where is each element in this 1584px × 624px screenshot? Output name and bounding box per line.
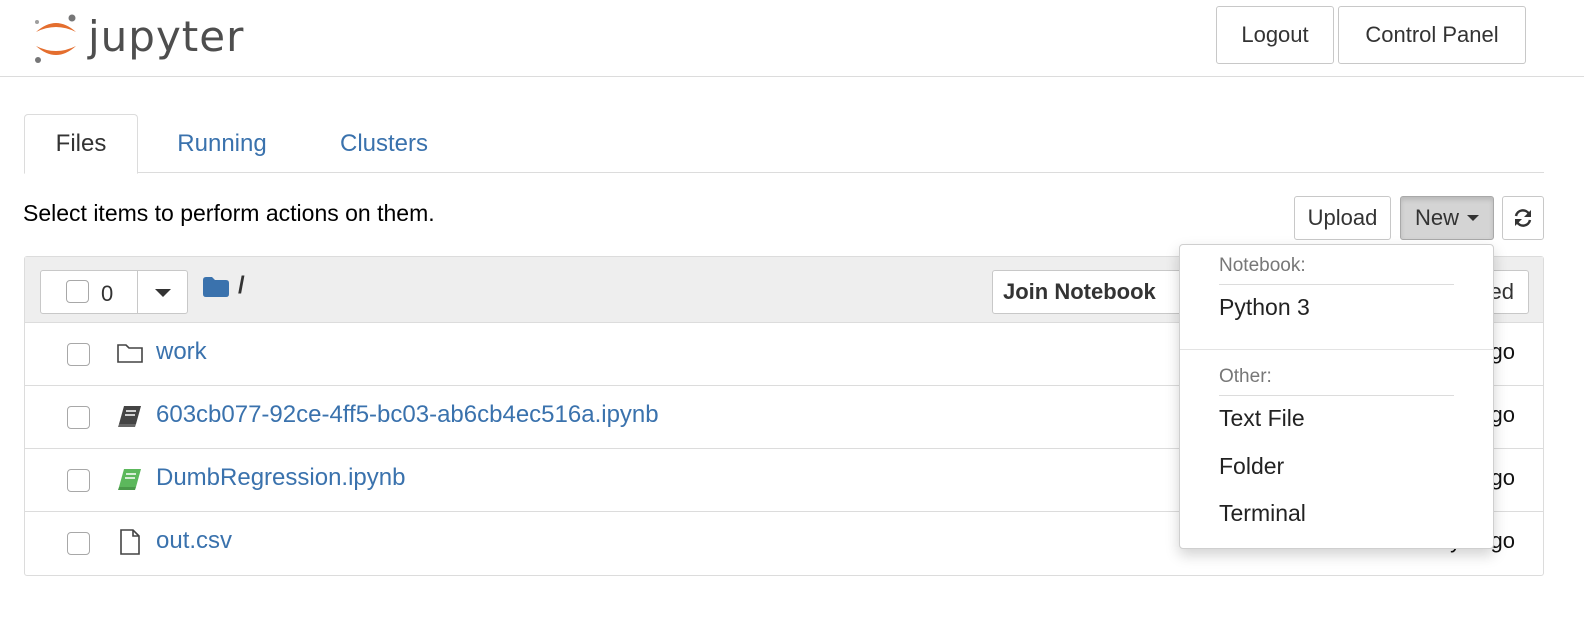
tab-clusters[interactable]: Clusters — [320, 114, 448, 174]
selection-dropdown-icon[interactable] — [155, 289, 171, 297]
jupyter-logo-icon — [35, 14, 76, 63]
selected-count: 0 — [101, 281, 114, 306]
instructions-text: Select items to perform actions on them. — [23, 200, 435, 226]
refresh-icon — [1514, 209, 1532, 227]
caret-down-icon — [1467, 215, 1479, 221]
row-checkbox[interactable] — [67, 406, 90, 429]
menu-separator — [1180, 349, 1493, 350]
file-name-link[interactable]: out.csv — [156, 527, 232, 555]
jupyter-logo[interactable]: jupyter — [30, 8, 270, 68]
notebook-header-divider — [1219, 284, 1454, 285]
new-button-label: New — [1414, 205, 1459, 230]
logo-text: jupyter — [88, 12, 245, 61]
upload-button[interactable]: Upload — [1294, 196, 1391, 240]
row-checkbox[interactable] — [67, 343, 90, 366]
row-checkbox[interactable] — [67, 532, 90, 555]
tab-files[interactable]: Files — [24, 114, 138, 174]
menu-item-terminal[interactable]: Terminal — [1219, 500, 1306, 527]
file-icon — [120, 529, 140, 555]
refresh-button[interactable] — [1502, 196, 1544, 240]
file-name-link[interactable]: 603cb077-92ce-4ff5-bc03-ab6cb4ec516a.ipy… — [156, 401, 659, 429]
logout-button[interactable]: Logout — [1216, 6, 1334, 64]
running-notebook-icon — [118, 469, 141, 490]
folder-icon — [203, 277, 229, 297]
selector-divider — [137, 271, 138, 313]
select-all-checkbox[interactable] — [66, 280, 89, 303]
notebook-section-header: Notebook: — [1219, 255, 1306, 276]
header-bar: jupyter Logout Control Panel — [0, 0, 1584, 77]
breadcrumb-path[interactable]: / — [238, 272, 245, 300]
last-modified: go — [1490, 465, 1515, 490]
tab-bar: Files Running Clusters — [24, 114, 1544, 174]
other-header-divider — [1219, 395, 1454, 396]
file-name-link[interactable]: work — [156, 338, 207, 366]
folder-outline-icon — [117, 344, 143, 363]
other-section-header: Other: — [1219, 366, 1272, 387]
row-checkbox[interactable] — [67, 469, 90, 492]
new-dropdown-button[interactable]: New — [1400, 196, 1494, 240]
select-all-control[interactable]: 0 — [40, 270, 188, 314]
menu-item-text-file[interactable]: Text File — [1219, 405, 1305, 432]
menu-item-python3[interactable]: Python 3 — [1219, 294, 1310, 321]
last-modified: go — [1490, 402, 1515, 427]
control-panel-button[interactable]: Control Panel — [1338, 6, 1526, 64]
last-modified: go — [1490, 339, 1515, 364]
join-notebook-button[interactable]: Join Notebook — [992, 270, 1192, 314]
menu-item-folder[interactable]: Folder — [1219, 453, 1284, 480]
new-dropdown-menu: Notebook: Python 3 Other: Text File Fold… — [1179, 244, 1494, 549]
file-name-link[interactable]: DumbRegression.ipynb — [156, 464, 405, 492]
notebook-icon — [118, 406, 141, 427]
tab-running[interactable]: Running — [158, 114, 286, 174]
